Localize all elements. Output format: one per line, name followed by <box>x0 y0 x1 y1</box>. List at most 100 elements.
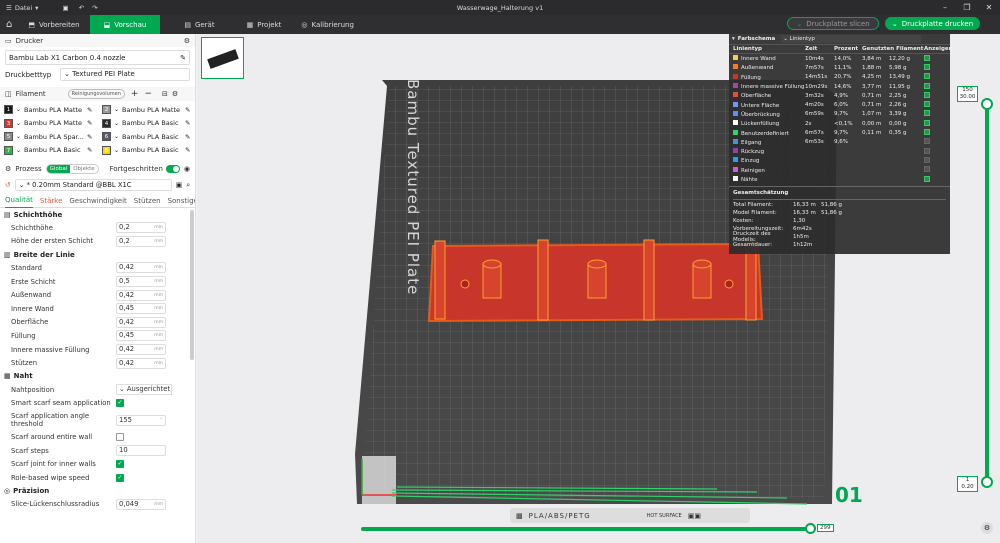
print-plate-button[interactable]: ⌄ Druckplatte drucken <box>885 17 980 30</box>
save-button[interactable]: ▣ <box>62 4 68 12</box>
legend-row[interactable]: Untere Fläche 4m20s 6,0% 0,71 m 2,26 g <box>729 100 950 109</box>
show-checkbox[interactable] <box>924 82 930 89</box>
printer-select[interactable]: Bambu Lab X1 Carbon 0.4 nozzle ✎ <box>5 50 190 65</box>
legend-row[interactable]: Außenwand 7m57s 11,1% 1,88 m 5,98 g <box>729 63 950 72</box>
tab-strength[interactable]: Stärke <box>40 197 62 205</box>
show-checkbox[interactable] <box>924 63 930 70</box>
filament-item[interactable]: 2 ⌄ Bambu PLA Matte ✎ <box>102 103 195 117</box>
show-checkbox[interactable] <box>924 138 930 145</box>
wipe-speed-checkbox[interactable]: ✓ <box>116 473 124 482</box>
tab-calibration[interactable]: ◎ Kalibrierung <box>291 15 364 34</box>
home-button[interactable]: ⌂ <box>0 15 18 34</box>
tab-quality[interactable]: Qualität <box>5 194 33 208</box>
move-slider-handle[interactable] <box>805 523 816 534</box>
setting-input[interactable]: 0,42 mm <box>116 289 166 301</box>
legend-row[interactable]: Innere Wand 10m4s 14,0% 3,84 m 12,20 g <box>729 54 950 63</box>
legend-row[interactable]: Lückenfüllung 2s <0,1% 0,00 m 0,00 g <box>729 119 950 128</box>
show-checkbox[interactable] <box>924 110 930 117</box>
legend-row[interactable]: Füllung 14m51s 20,7% 4,25 m 13,49 g <box>729 73 950 82</box>
minimize-button[interactable]: – <box>934 0 956 15</box>
undo-button[interactable]: ↶ <box>79 4 84 12</box>
tab-prepare[interactable]: ⬒ Vorbereiten <box>18 15 89 34</box>
redo-button[interactable]: ↷ <box>92 4 97 12</box>
remove-filament-icon[interactable]: − <box>144 89 152 99</box>
flush-volumes-button[interactable]: Reinigungsvolumen <box>67 89 125 99</box>
setting-input[interactable]: 0,2 mm <box>116 235 166 247</box>
layer-slider[interactable] <box>985 98 989 483</box>
filament-color-swatch[interactable]: 5 <box>4 132 13 142</box>
edit-icon[interactable]: ✎ <box>185 119 190 127</box>
tab-support[interactable]: Stützen <box>134 197 161 205</box>
filament-item[interactable]: 8 ⌄ Bambu PLA Basic ✎ <box>102 144 195 158</box>
filament-item[interactable]: 4 ⌄ Bambu PLA Basic ✎ <box>102 117 195 131</box>
search-icon[interactable]: ⌕ <box>186 181 190 190</box>
legend-row[interactable]: Überbrückung 6m59s 9,7% 1,07 m 3,39 g <box>729 110 950 119</box>
show-checkbox[interactable] <box>924 129 930 136</box>
scarf-around-wall-checkbox[interactable] <box>116 432 124 441</box>
smart-scarf-checkbox[interactable]: ✓ <box>116 399 124 408</box>
toggle-objects[interactable]: Objekte <box>70 165 97 173</box>
bed-type-select[interactable]: ⌄ Textured PEI Plate <box>60 68 190 81</box>
setting-input[interactable]: 0,42 mm <box>116 357 166 369</box>
edit-icon[interactable]: ✎ <box>185 106 190 114</box>
legend-row[interactable]: Oberfläche 3m32s 4,9% 0,71 m 2,25 g <box>729 91 950 100</box>
legend-row[interactable]: Benutzerdefiniert 6m57s 9,7% 0,11 m 0,35 … <box>729 128 950 137</box>
legend-collapse-icon[interactable]: ▾ <box>732 36 735 42</box>
scarf-inner-walls-checkbox[interactable]: ✓ <box>116 460 124 469</box>
legend-row[interactable]: Nähte <box>729 175 950 184</box>
tab-device[interactable]: ▤ Gerät <box>174 15 224 34</box>
tab-others[interactable]: Sonstige <box>168 197 195 205</box>
edit-icon[interactable]: ✎ <box>87 146 92 154</box>
filament-color-swatch[interactable]: 8 <box>102 145 111 155</box>
show-checkbox[interactable] <box>924 166 930 173</box>
save-profile-icon[interactable]: ▣ <box>176 181 182 189</box>
stepper-icon[interactable]: ⌃ <box>159 416 165 425</box>
setting-input[interactable]: 0,45 mm <box>116 330 166 342</box>
seam-position-select[interactable]: ⌄ Ausgerichtet <box>116 384 172 396</box>
show-checkbox[interactable] <box>924 147 930 154</box>
setting-input[interactable]: 0,42 mm <box>116 344 166 356</box>
setting-input[interactable]: 0,42 mm <box>116 316 166 328</box>
reset-icon[interactable]: ↺ <box>5 181 11 189</box>
restore-button[interactable]: ❐ <box>956 0 978 15</box>
slice-gap-input[interactable]: 0,049 mm <box>116 498 166 510</box>
setting-input[interactable]: 0,5 mm <box>116 276 166 288</box>
setting-input[interactable]: 0,2 mm <box>116 222 166 234</box>
edit-icon[interactable]: ✎ <box>185 146 190 154</box>
filament-color-swatch[interactable]: 2 <box>102 105 111 115</box>
sidebar-scrollbar[interactable] <box>190 210 194 360</box>
filament-settings-icon[interactable]: ⚙ <box>172 90 178 98</box>
legend-row[interactable]: Rückzug <box>729 147 950 156</box>
legend-row[interactable]: Reinigen <box>729 166 950 175</box>
slice-plate-button[interactable]: ⌄ Druckplatte slicen <box>787 17 879 30</box>
sync-icon[interactable]: ⊟ <box>162 90 168 98</box>
edit-icon[interactable]: ✎ <box>87 119 92 127</box>
filament-item[interactable]: 1 ⌄ Bambu PLA Matte ✎ <box>4 103 102 117</box>
process-profile-select[interactable]: ⌄ * 0.20mm Standard @BBL X1C <box>14 179 172 191</box>
show-checkbox[interactable] <box>924 54 930 61</box>
show-checkbox[interactable] <box>924 91 930 98</box>
color-scheme-select[interactable]: ⌄ Linientyp <box>781 35 922 43</box>
settings-gear-icon[interactable]: ⚙ <box>184 37 190 45</box>
filament-item[interactable]: 3 ⌄ Bambu PLA Matte ✎ <box>4 117 102 131</box>
tab-speed[interactable]: Geschwindigkeit <box>69 197 126 205</box>
edit-icon[interactable]: ✎ <box>87 133 92 141</box>
show-checkbox[interactable] <box>924 73 930 80</box>
filament-color-swatch[interactable]: 3 <box>4 118 13 128</box>
slider-settings-icon[interactable]: ⚙ <box>981 522 993 534</box>
filament-item[interactable]: 6 ⌄ Bambu PLA Basic ✎ <box>102 130 195 144</box>
setting-input[interactable]: 0,45 mm <box>116 303 166 315</box>
legend-row[interactable]: Innere massive Füllung 10m29s 14,6% 3,77… <box>729 82 950 91</box>
filament-color-swatch[interactable]: 6 <box>102 132 111 142</box>
filament-color-swatch[interactable]: 7 <box>4 145 13 155</box>
tab-preview[interactable]: ⬓ Vorschau <box>89 15 161 34</box>
tab-project[interactable]: ▦ Projekt <box>237 15 292 34</box>
filament-color-swatch[interactable]: 4 <box>102 118 111 128</box>
scarf-steps-input[interactable]: 10 <box>116 445 166 457</box>
add-filament-icon[interactable]: + <box>131 89 139 99</box>
show-checkbox[interactable] <box>924 119 930 126</box>
legend-row[interactable]: Einzug <box>729 156 950 165</box>
view-icon[interactable]: ◉ <box>184 165 190 173</box>
show-checkbox[interactable] <box>924 175 930 182</box>
close-button[interactable]: ✕ <box>978 0 1000 15</box>
